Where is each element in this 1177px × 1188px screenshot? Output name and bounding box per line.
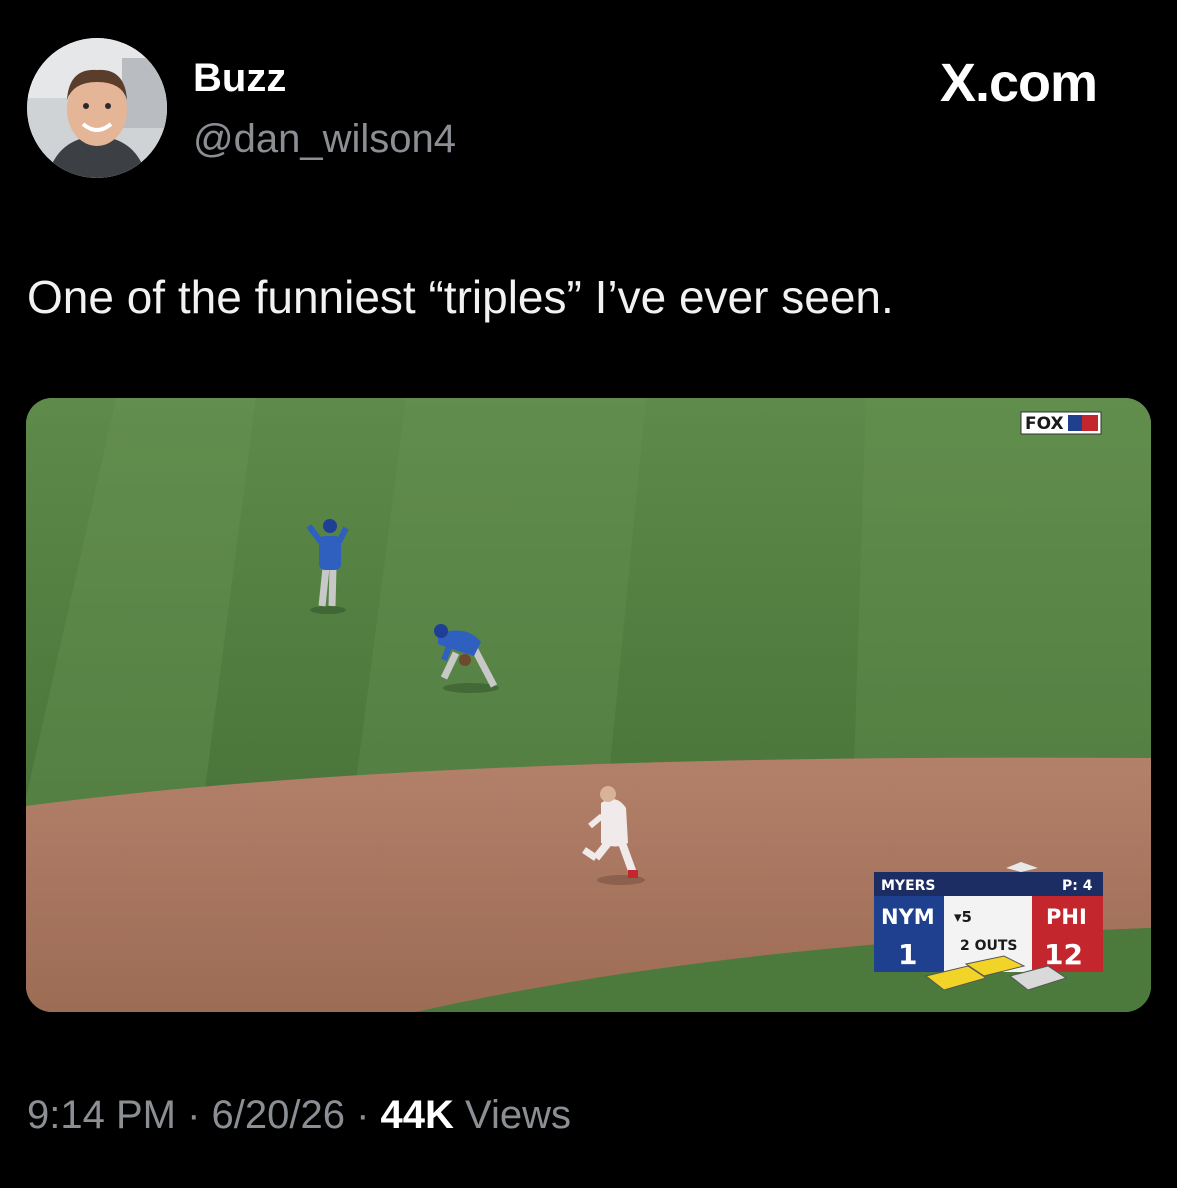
avatar[interactable] <box>27 38 167 178</box>
scoreboard-away-team: NYM <box>881 905 935 929</box>
meta-separator: · <box>175 1093 212 1137</box>
views-count: 44K <box>380 1093 454 1137</box>
tweet-text: One of the funniest “triples” I’ve ever … <box>27 271 894 323</box>
baseball-field-scene: FOX MYERS P: 4 NYM 1 ▾5 2 OUTS PHI 12 <box>26 398 1151 1012</box>
scoreboard-home-team: PHI <box>1046 905 1087 929</box>
tweet-media-video[interactable]: FOX MYERS P: 4 NYM 1 ▾5 2 OUTS PHI 12 <box>26 398 1151 1012</box>
fox-logo: FOX <box>1020 411 1102 435</box>
views-label: Views <box>465 1093 572 1137</box>
scoreboard-pitch-count: P: 4 <box>1062 878 1093 894</box>
scoreboard-outs: 2 OUTS <box>960 938 1018 954</box>
scoreboard-home-score: 12 <box>1044 938 1083 971</box>
tweet-time[interactable]: 9:14 PM <box>27 1093 176 1137</box>
tweet-date[interactable]: 6/20/26 <box>212 1093 345 1137</box>
avatar-photo <box>27 38 167 178</box>
scoreboard-away-score: 1 <box>898 938 917 971</box>
author-handle[interactable]: @dan_wilson4 <box>193 117 456 162</box>
meta-separator: · <box>344 1093 381 1137</box>
tweet-meta: 9:14 PM · 6/20/26 · 44K Views <box>27 1093 571 1138</box>
fox-logo-text: FOX <box>1025 414 1064 434</box>
scoreboard-inning: ▾5 <box>954 908 972 926</box>
x-brand-label: X.com <box>940 53 1098 113</box>
author-name[interactable]: Buzz <box>193 56 286 101</box>
scoreboard: MYERS P: 4 NYM 1 ▾5 2 OUTS PHI 12 <box>874 862 1103 991</box>
scoreboard-batter: MYERS <box>881 878 936 894</box>
